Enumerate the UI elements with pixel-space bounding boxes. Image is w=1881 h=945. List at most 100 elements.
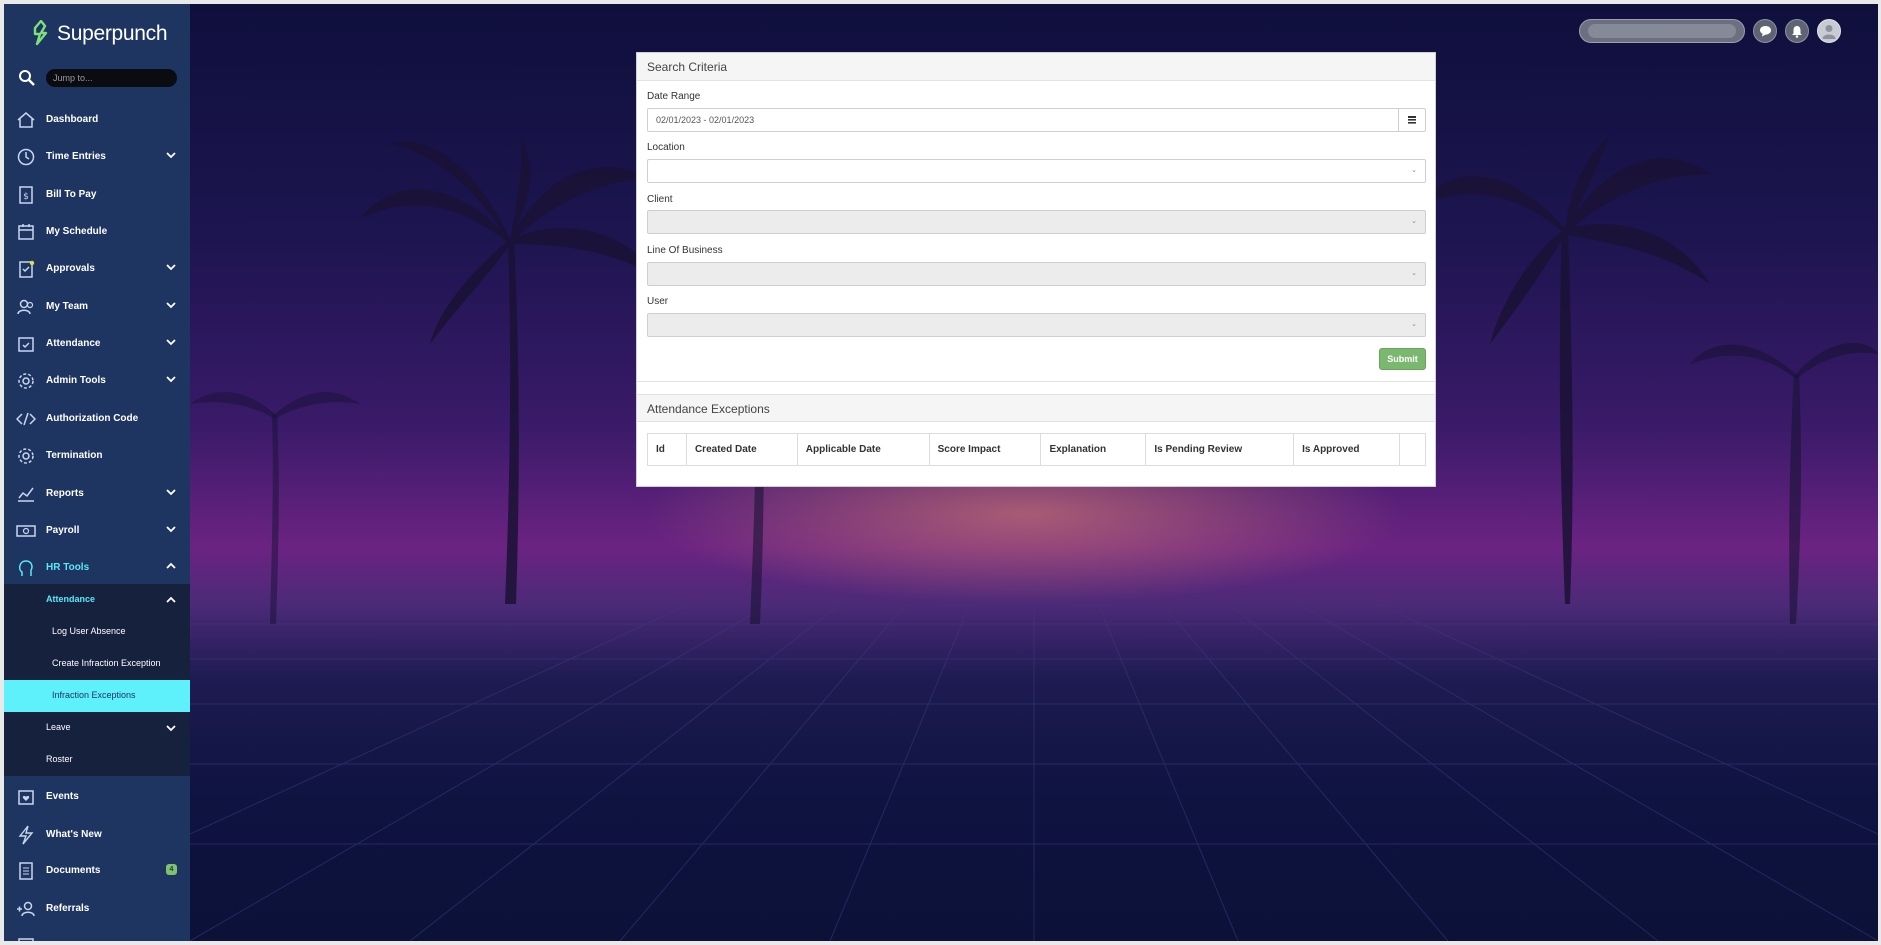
column-header-score-impact[interactable]: Score Impact — [928, 433, 1042, 466]
client-select[interactable]: ⌄ — [647, 210, 1426, 234]
money-icon — [16, 525, 36, 537]
dropdown-arrow-icon: ⌄ — [1411, 270, 1417, 277]
sidebar-item-label: Attendance — [46, 337, 101, 349]
user-label: User — [647, 296, 669, 307]
notifications-button[interactable] — [1785, 19, 1809, 43]
line-of-business-select[interactable]: ⌄ — [647, 262, 1426, 286]
submenu-leave[interactable]: Leave — [4, 712, 190, 744]
sidebar-item-label: My Team — [46, 300, 89, 312]
sidebar-item-reports[interactable]: Reports — [4, 475, 190, 511]
home-icon — [17, 112, 35, 128]
lightning-icon — [18, 825, 34, 845]
submenu-infraction-exceptions[interactable]: Infraction Exceptions — [4, 680, 190, 712]
column-header-is-pending-review[interactable]: Is Pending Review — [1145, 433, 1295, 466]
sidebar-item-label: HR Tools — [46, 561, 90, 573]
user-select[interactable]: ⌄ — [647, 313, 1426, 337]
global-search-field — [1588, 24, 1736, 38]
calendar-icon — [1408, 116, 1416, 124]
submenu-attendance[interactable]: Attendance — [4, 584, 190, 616]
submenu-label: Infraction Exceptions — [52, 690, 136, 700]
chevron-down-icon — [166, 526, 176, 533]
sidebar-item-whats-new[interactable]: What's New — [4, 816, 190, 852]
sidebar-item-approvals[interactable]: Approvals — [4, 250, 190, 286]
jump-to-input[interactable] — [46, 69, 177, 87]
search-icon[interactable] — [18, 69, 36, 87]
sidebar-item-label: Time Entries — [46, 150, 106, 162]
column-header-applicable-date[interactable]: Applicable Date — [796, 433, 930, 466]
clipboard-check-icon — [19, 260, 35, 278]
global-search-input[interactable] — [1579, 19, 1745, 43]
sidebar-item-termination[interactable]: Termination — [4, 437, 190, 473]
user-avatar-button[interactable] — [1817, 19, 1841, 43]
sidebar-item-my-team[interactable]: My Team — [4, 288, 190, 324]
sidebar-item-referrals[interactable]: Referrals — [4, 890, 190, 926]
chevron-down-icon — [166, 339, 176, 346]
date-range-input[interactable]: 02/01/2023 - 02/01/2023 — [647, 108, 1426, 132]
attendance-exceptions-title: Attendance Exceptions — [637, 394, 1435, 422]
calendar-check-icon — [18, 337, 34, 352]
gear-icon — [18, 373, 34, 389]
hr-tools-submenu: Attendance Log User Absence Create Infra… — [4, 584, 190, 776]
sidebar-item-attendance[interactable]: Attendance — [4, 325, 190, 361]
sidebar-item-my-schedule[interactable]: My Schedule — [4, 213, 190, 249]
calendar-heart-icon — [18, 790, 34, 805]
sidebar-item-hr-tools[interactable]: HR Tools — [4, 549, 190, 585]
sidebar-item-bill-to-pay[interactable]: $ Bill To Pay — [4, 176, 190, 212]
location-label: Location — [647, 142, 685, 153]
submenu-label: Log User Absence — [52, 626, 126, 636]
sidebar-item-payroll[interactable]: Payroll — [4, 512, 190, 548]
sidebar-item-events[interactable]: Events — [4, 778, 190, 814]
sidebar-item-label: What's New — [46, 828, 102, 840]
submenu-roster[interactable]: Roster — [4, 744, 190, 776]
date-range-label: Date Range — [647, 91, 701, 102]
sidebar-item-documents[interactable]: Documents 4 — [4, 852, 190, 888]
bell-icon — [1792, 25, 1802, 38]
sidebar-item-label: My Schedule — [46, 225, 108, 237]
chevron-down-icon — [166, 302, 176, 309]
column-header-is-approved[interactable]: Is Approved — [1293, 433, 1400, 466]
client-label: Client — [647, 194, 673, 205]
brand-name: Superpunch — [57, 22, 168, 45]
team-icon — [17, 299, 34, 315]
submenu-create-infraction-exception[interactable]: Create Infraction Exception — [4, 648, 190, 680]
sidebar-item-time-entries[interactable]: Time Entries — [4, 138, 190, 174]
calendar-icon — [18, 224, 34, 240]
submenu-log-user-absence[interactable]: Log User Absence — [4, 616, 190, 648]
svg-text:$: $ — [23, 192, 29, 202]
sidebar-item-label: Payroll — [46, 524, 80, 536]
column-header-actions — [1398, 433, 1427, 466]
submit-button[interactable]: Submit — [1379, 348, 1426, 370]
column-header-explanation[interactable]: Explanation — [1040, 433, 1147, 466]
app-window: Superpunch Dashboard Time Entries $ Bill… — [4, 4, 1878, 941]
sidebar-item-dashboard[interactable]: Dashboard — [4, 101, 190, 137]
avatar-icon — [1822, 25, 1836, 39]
calendar-icon — [18, 938, 34, 941]
chat-button[interactable] — [1753, 19, 1777, 43]
sidebar-item-label: Referrals — [46, 902, 90, 914]
chevron-down-icon — [166, 489, 176, 496]
date-range-value: 02/01/2023 - 02/01/2023 — [656, 115, 755, 125]
chevron-up-icon — [166, 596, 176, 603]
code-icon — [16, 412, 36, 426]
bill-icon: $ — [19, 186, 33, 204]
column-header-id[interactable]: Id — [647, 433, 687, 466]
sidebar-item-authorization-code[interactable]: Authorization Code — [4, 400, 190, 436]
superpunch-logo-icon — [33, 20, 48, 46]
add-user-icon — [17, 901, 35, 917]
line-of-business-label: Line Of Business — [647, 245, 723, 256]
location-select[interactable]: ⌄ — [647, 159, 1426, 183]
sidebar-item-label: Authorization Code — [46, 412, 139, 424]
chevron-down-icon — [166, 152, 176, 159]
dropdown-arrow-icon: ⌄ — [1411, 167, 1417, 174]
chevron-down-icon — [166, 264, 176, 271]
clock-icon — [17, 148, 35, 166]
sidebar-item-admin-tools[interactable]: Admin Tools — [4, 362, 190, 398]
submenu-label: Leave — [46, 722, 71, 732]
brand-logo[interactable]: Superpunch — [31, 19, 168, 49]
sidebar-item-label: Termination — [46, 449, 103, 461]
column-header-created-date[interactable]: Created Date — [685, 433, 798, 466]
date-range-picker-button[interactable] — [1398, 109, 1425, 131]
sidebar: Superpunch Dashboard Time Entries $ Bill… — [4, 4, 190, 941]
chevron-down-icon — [166, 376, 176, 383]
sidebar-item-label: Approvals — [46, 262, 95, 274]
